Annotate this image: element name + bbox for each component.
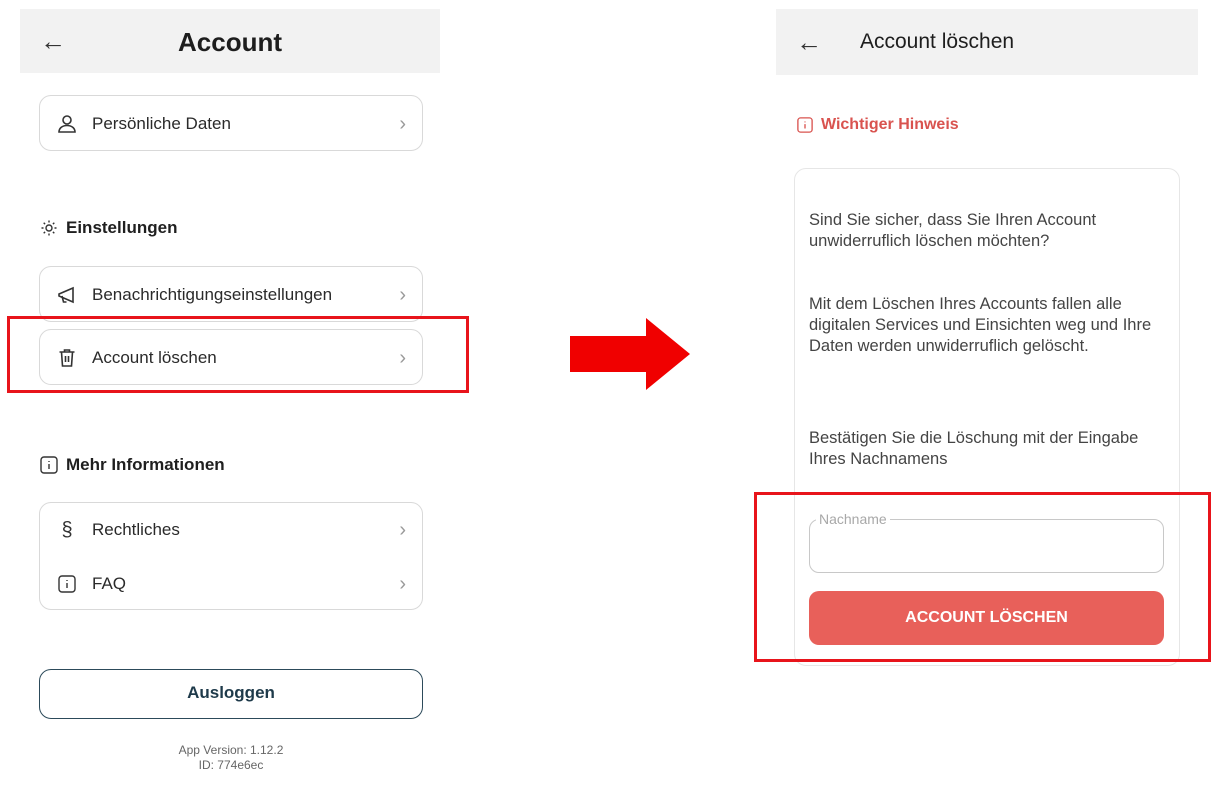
highlight-box-confirm-section	[754, 492, 1211, 662]
highlight-box-delete-item	[7, 316, 469, 393]
info-icon	[797, 117, 813, 133]
back-arrow-icon[interactable]: ←	[796, 9, 822, 75]
legal-label: Rechtliches	[92, 520, 180, 539]
notifications-label: Benachrichtigungseinstellungen	[92, 285, 333, 304]
app-version-info: App Version: 1.12.2 ID: 774e6ec	[39, 743, 423, 773]
more-info-title-text: Mehr Informationen	[66, 455, 225, 474]
chevron-right-icon: ›	[399, 112, 406, 135]
megaphone-icon	[56, 286, 78, 304]
personal-data-item[interactable]: Persönliche Daten ›	[40, 96, 422, 152]
app-version-text: App Version: 1.12.2	[178, 743, 284, 757]
more-info-card: § Rechtliches › FAQ ›	[39, 502, 423, 610]
page-title: Account	[178, 27, 282, 57]
important-notice-text: Wichtiger Hinweis	[821, 116, 959, 133]
info-item-legal[interactable]: § Rechtliches ›	[40, 503, 422, 557]
paragraph-consequences: Mit dem Löschen Ihres Accounts fallen al…	[809, 295, 1152, 355]
important-notice-title: Wichtiger Hinweis	[797, 116, 959, 134]
settings-section-title: Einstellungen	[40, 218, 177, 238]
personal-data-card: Persönliche Daten ›	[39, 95, 423, 151]
back-arrow-icon[interactable]: ←	[40, 9, 66, 73]
left-app-header: ← Account	[20, 9, 440, 73]
chevron-right-icon: ›	[399, 283, 406, 306]
page-title: Account löschen	[860, 30, 1015, 53]
paragraph-instruction: Bestätigen Sie die Löschung mit der Eing…	[809, 429, 1139, 468]
right-app-header: ← Account löschen	[776, 9, 1198, 75]
faq-label: FAQ	[92, 574, 127, 593]
notifications-card: Benachrichtigungseinstellungen ›	[39, 266, 423, 322]
paragraph-confirm-question: Sind Sie sicher, dass Sie Ihren Account …	[809, 211, 1097, 250]
transition-arrow-icon	[570, 318, 690, 390]
chevron-right-icon: ›	[399, 518, 406, 541]
gear-icon	[40, 219, 58, 237]
paragraph-icon: §	[61, 518, 73, 541]
logout-button[interactable]: Ausloggen	[39, 669, 423, 719]
info-icon	[40, 456, 58, 474]
app-id-text: ID: 774e6ec	[198, 758, 264, 772]
chevron-right-icon: ›	[399, 572, 406, 595]
more-info-section-title: Mehr Informationen	[40, 455, 225, 475]
settings-title-text: Einstellungen	[66, 218, 178, 237]
settings-item-notifications[interactable]: Benachrichtigungseinstellungen ›	[40, 267, 422, 323]
info-icon	[56, 575, 78, 593]
info-item-faq[interactable]: FAQ ›	[40, 557, 422, 611]
personal-data-label: Persönliche Daten	[92, 114, 231, 133]
user-icon	[56, 114, 78, 134]
